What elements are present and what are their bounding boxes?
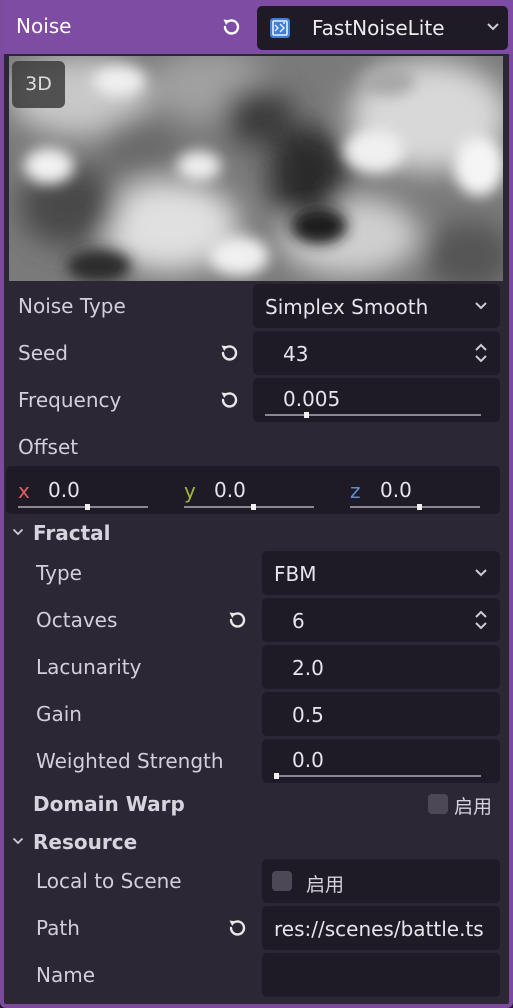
axis-z-label: z (350, 479, 361, 503)
local-to-scene-label: Local to Scene (36, 869, 182, 893)
offset-x-slider-grabber[interactable] (85, 504, 90, 510)
noise-type-label: Noise Type (18, 294, 126, 318)
seed-spinbox[interactable]: 43 (253, 331, 500, 375)
frequency-slider-track[interactable] (265, 414, 481, 416)
domain-warp-enable-checkbox[interactable]: 启用 (428, 792, 500, 818)
lacunarity-value: 2.0 (292, 656, 324, 680)
fractal-type-dropdown[interactable]: FBM (262, 551, 500, 595)
revert-icon[interactable] (218, 389, 240, 411)
chevron-down-icon (487, 23, 499, 31)
offset-x-value: 0.0 (48, 478, 80, 502)
chevron-down-icon (475, 569, 487, 577)
spin-arrows-icon[interactable] (474, 608, 488, 632)
fractal-section-title: Fractal (33, 521, 111, 545)
offset-z-slider-track[interactable] (350, 506, 480, 508)
revert-icon[interactable] (226, 609, 248, 631)
seed-value: 43 (283, 342, 309, 366)
revert-icon[interactable] (226, 917, 248, 939)
weighted-strength-slider-track[interactable] (274, 775, 481, 777)
frequency-slider-grabber[interactable] (303, 412, 309, 418)
octaves-value: 6 (292, 609, 305, 633)
axis-x-label: x (18, 479, 30, 503)
resource-section-title: Resource (33, 830, 138, 854)
seed-label: Seed (18, 341, 68, 365)
revert-icon[interactable] (218, 342, 240, 364)
fractal-type-label: Type (36, 561, 82, 585)
local-to-scene-checkbox[interactable]: 启用 (262, 859, 500, 903)
gain-label: Gain (36, 702, 82, 726)
frequency-slider-field[interactable]: 0.005 (253, 378, 500, 422)
chevron-down-icon (12, 528, 24, 536)
resource-picker-button[interactable]: FastNoiseLite (257, 6, 508, 50)
weighted-strength-slider-field[interactable]: 0.0 (262, 739, 500, 783)
spin-arrows-icon[interactable] (474, 341, 488, 365)
noise-type-dropdown[interactable]: Simplex Smooth (253, 284, 500, 328)
offset-y-field[interactable]: y 0.0 (172, 466, 332, 514)
noise-preview-image (9, 56, 503, 281)
lacunarity-label: Lacunarity (36, 655, 142, 679)
path-value: res://scenes/battle.ts (274, 917, 484, 941)
offset-z-field[interactable]: z 0.0 (338, 466, 498, 514)
noise-resource-icon (270, 18, 290, 38)
local-to-scene-check-label: 启用 (306, 874, 345, 896)
noise-type-value: Simplex Smooth (265, 295, 429, 319)
offset-y-slider-grabber[interactable] (251, 504, 256, 510)
preview-3d-toggle-button[interactable]: 3D (12, 61, 65, 108)
offset-x-field[interactable]: x 0.0 (6, 466, 166, 514)
weighted-strength-label: Weighted Strength (36, 749, 224, 773)
domain-warp-enable-label: 启用 (454, 796, 493, 818)
resource-type-label: FastNoiseLite (312, 16, 445, 40)
gain-field[interactable]: 0.5 (262, 692, 500, 736)
noise-property-label: Noise (16, 14, 72, 38)
inspector-panel: Noise FastNoiseLite 3D Noise Type Simple… (0, 0, 513, 1008)
checkbox-box (272, 871, 292, 891)
path-input[interactable]: res://scenes/battle.ts (262, 906, 500, 950)
gain-value: 0.5 (292, 703, 324, 727)
axis-y-label: y (184, 479, 196, 503)
offset-z-slider-grabber[interactable] (417, 504, 422, 510)
name-label: Name (36, 963, 96, 987)
offset-x-slider-track[interactable] (18, 506, 148, 508)
weighted-strength-slider-grabber[interactable] (274, 773, 279, 779)
offset-y-slider-track[interactable] (184, 506, 314, 508)
path-label: Path (36, 916, 80, 940)
offset-y-value: 0.0 (214, 478, 246, 502)
chevron-down-icon (12, 837, 24, 845)
octaves-label: Octaves (36, 608, 118, 632)
name-input[interactable] (262, 953, 500, 997)
frequency-value: 0.005 (283, 387, 341, 411)
lacunarity-field[interactable]: 2.0 (262, 645, 500, 689)
revert-icon[interactable] (220, 16, 242, 38)
fractal-type-value: FBM (274, 562, 317, 586)
chevron-down-icon (475, 302, 487, 310)
offset-label: Offset (18, 435, 79, 459)
weighted-strength-value: 0.0 (292, 748, 324, 772)
offset-vector-field: x 0.0 y 0.0 z 0.0 (6, 466, 500, 514)
noise-property-header: Noise FastNoiseLite (4, 0, 513, 54)
domain-warp-title: Domain Warp (33, 792, 185, 816)
offset-z-value: 0.0 (380, 478, 412, 502)
checkbox-box (428, 794, 448, 814)
frequency-label: Frequency (18, 388, 122, 412)
octaves-spinbox[interactable]: 6 (262, 598, 500, 642)
